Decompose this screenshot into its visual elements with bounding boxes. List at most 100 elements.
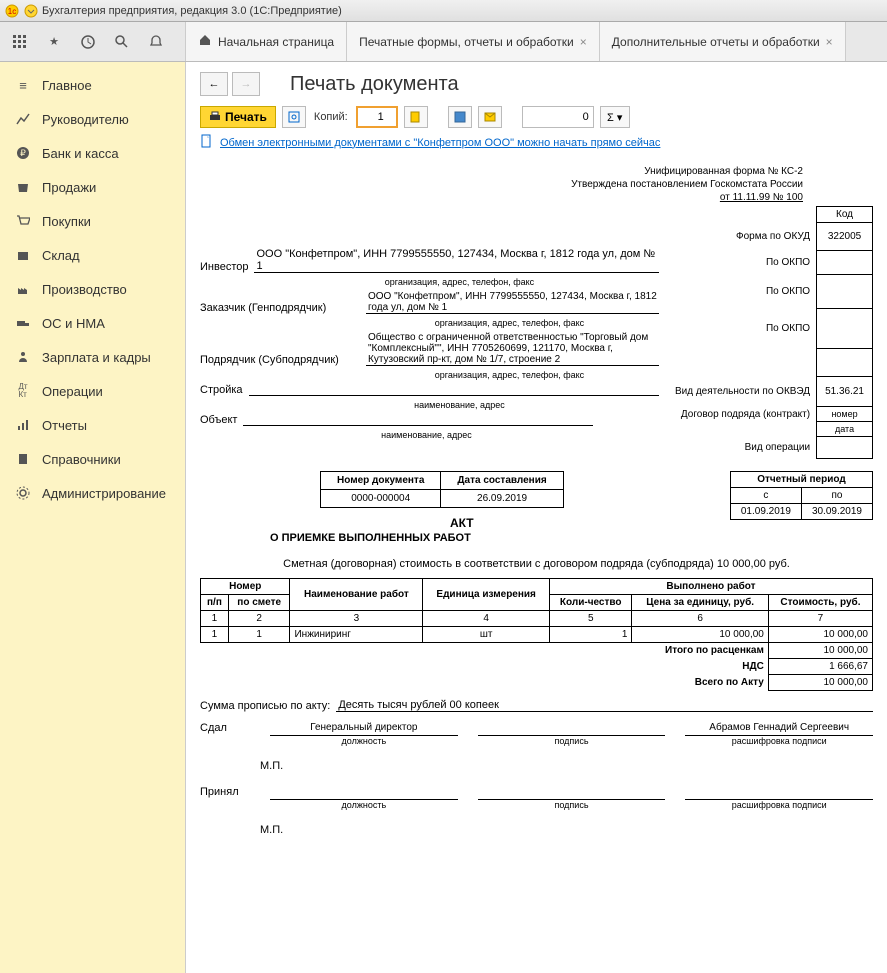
person-icon	[14, 348, 32, 366]
sidebar-label: Зарплата и кадры	[42, 350, 151, 365]
tab-home[interactable]: Начальная страница	[186, 22, 347, 61]
prinyal-label: Принял	[200, 786, 250, 810]
sidebar-label: ОС и НМА	[42, 316, 105, 331]
cart-icon	[14, 212, 32, 230]
act-subtitle: О ПРИЕМКЕ ВЫПОЛНЕННЫХ РАБОТ	[270, 532, 873, 544]
sidebar-item-sales[interactable]: Продажи	[0, 170, 185, 204]
code-table: Код Форма по ОКУД322005 По ОКПО По ОКПО …	[667, 206, 873, 459]
page-title: Печать документа	[290, 73, 459, 96]
object-label: Объект	[200, 414, 237, 426]
mp-label: М.П.	[200, 824, 873, 836]
back-button[interactable]: ←	[200, 72, 228, 96]
svg-text:1c: 1c	[8, 7, 16, 16]
object-value	[243, 425, 593, 426]
form-header: Унифицированная форма № КС-2 Утверждена …	[200, 165, 873, 204]
bell-icon[interactable]	[144, 30, 168, 54]
forward-button[interactable]: →	[232, 72, 260, 96]
sidebar-label: Администрирование	[42, 486, 166, 501]
sidebar-item-main[interactable]: ≡ Главное	[0, 68, 185, 102]
copies-input[interactable]	[356, 106, 398, 128]
sidebar-item-reference[interactable]: Справочники	[0, 442, 185, 476]
sidebar-item-manager[interactable]: Руководителю	[0, 102, 185, 136]
sidebar-item-bank[interactable]: ₽ Банк и касса	[0, 136, 185, 170]
table-row: 1 1 Инжиниринг шт 1 10 000,00 10 000,00	[201, 627, 873, 643]
book-icon	[14, 450, 32, 468]
sidebar-item-assets[interactable]: ОС и НМА	[0, 306, 185, 340]
sidebar-item-warehouse[interactable]: Склад	[0, 238, 185, 272]
tabs: Начальная страница Печатные формы, отчет…	[186, 22, 887, 61]
sidebar: ≡ Главное Руководителю ₽ Банк и касса Прод…	[0, 62, 186, 973]
tab-label: Дополнительные отчеты и обработки	[612, 35, 820, 49]
toolbar: ★ Начальная страница Печатные формы, отч…	[0, 22, 887, 62]
search-icon[interactable]	[110, 30, 134, 54]
sigma-button[interactable]: Σ ▾	[600, 106, 630, 128]
bag-icon	[14, 178, 32, 196]
bars-icon	[14, 416, 32, 434]
save-button[interactable]	[448, 106, 472, 128]
tab-additional-reports[interactable]: Дополнительные отчеты и обработки ×	[600, 22, 846, 61]
home-icon	[198, 33, 212, 50]
sidebar-item-operations[interactable]: ДтКт Операции	[0, 374, 185, 408]
sidebar-item-production[interactable]: Производство	[0, 272, 185, 306]
tab-label: Печатные формы, отчеты и обработки	[359, 35, 574, 49]
factory-icon	[14, 280, 32, 298]
tab-print-forms[interactable]: Печатные формы, отчеты и обработки ×	[347, 22, 600, 61]
sidebar-item-purchases[interactable]: Покупки	[0, 204, 185, 238]
gear-icon	[14, 484, 32, 502]
investor-label: Инвестор	[200, 261, 248, 273]
tab-home-label: Начальная страница	[218, 35, 334, 49]
doc-num-table: Номер документаДата составления 0000-000…	[320, 471, 564, 508]
menu-icon: ≡	[14, 76, 32, 94]
titlebar-text: Бухгалтерия предприятия, редакция 3.0 (1…	[42, 5, 342, 17]
email-button[interactable]	[478, 106, 502, 128]
svg-text:₽: ₽	[20, 148, 26, 158]
dtkt-icon: ДтКт	[14, 382, 32, 400]
sidebar-label: Руководителю	[42, 112, 129, 127]
sidebar-item-salary[interactable]: Зарплата и кадры	[0, 340, 185, 374]
content: ← → Печать документа Печать Копий: Σ ▾ О…	[186, 62, 887, 973]
print-label: Печать	[225, 110, 267, 124]
number-input[interactable]	[522, 106, 594, 128]
toolbar-left: ★	[0, 22, 186, 61]
contractor-label: Подрядчик (Субподрядчик)	[200, 354, 360, 366]
box-icon	[14, 246, 32, 264]
customer-value: ООО "Конфетпром", ИНН 7799555550, 127434…	[366, 291, 659, 314]
sidebar-label: Главное	[42, 78, 92, 93]
stroyka-label: Стройка	[200, 384, 243, 396]
stroyka-value	[249, 395, 659, 396]
investor-value: ООО "Конфетпром", ИНН 7799555550, 127434…	[254, 248, 658, 273]
sidebar-label: Покупки	[42, 214, 91, 229]
history-icon[interactable]	[76, 30, 100, 54]
sidebar-label: Отчеты	[42, 418, 87, 433]
sum-words-label: Сумма прописью по акту:	[200, 700, 330, 712]
actions-toolbar: Печать Копий: Σ ▾	[200, 106, 873, 128]
apps-icon[interactable]	[8, 30, 32, 54]
sidebar-label: Операции	[42, 384, 103, 399]
document: Унифицированная форма № КС-2 Утверждена …	[200, 161, 873, 854]
sidebar-label: Производство	[42, 282, 127, 297]
edo-link[interactable]: Обмен электронными документами с "Конфет…	[220, 137, 660, 149]
customer-label: Заказчик (Генподрядчик)	[200, 302, 360, 314]
sum-words: Десять тысяч рублей 00 копеек	[336, 699, 873, 712]
sidebar-item-admin[interactable]: Администрирование	[0, 476, 185, 510]
sidebar-label: Продажи	[42, 180, 96, 195]
print-button[interactable]: Печать	[200, 106, 276, 128]
works-table: Номер Наименование работ Единица измерен…	[200, 578, 873, 691]
sdal-label: Сдал	[200, 722, 250, 746]
close-icon[interactable]: ×	[826, 35, 833, 49]
truck-icon	[14, 314, 32, 332]
preview-button[interactable]	[282, 106, 306, 128]
copies-label: Копий:	[314, 111, 348, 123]
app-icon: 1c	[4, 3, 20, 19]
dropdown-icon[interactable]	[23, 3, 39, 19]
star-icon[interactable]: ★	[42, 30, 66, 54]
doc-icon	[200, 134, 214, 151]
chart-icon	[14, 110, 32, 128]
edit-button[interactable]	[404, 106, 428, 128]
sidebar-label: Банк и касса	[42, 146, 119, 161]
sidebar-item-reports[interactable]: Отчеты	[0, 408, 185, 442]
close-icon[interactable]: ×	[580, 35, 587, 49]
period-table: Отчетный период спо 01.09.201930.09.2019	[730, 471, 873, 520]
sidebar-label: Справочники	[42, 452, 121, 467]
contractor-value: Общество с ограниченной ответственностью…	[366, 332, 659, 366]
